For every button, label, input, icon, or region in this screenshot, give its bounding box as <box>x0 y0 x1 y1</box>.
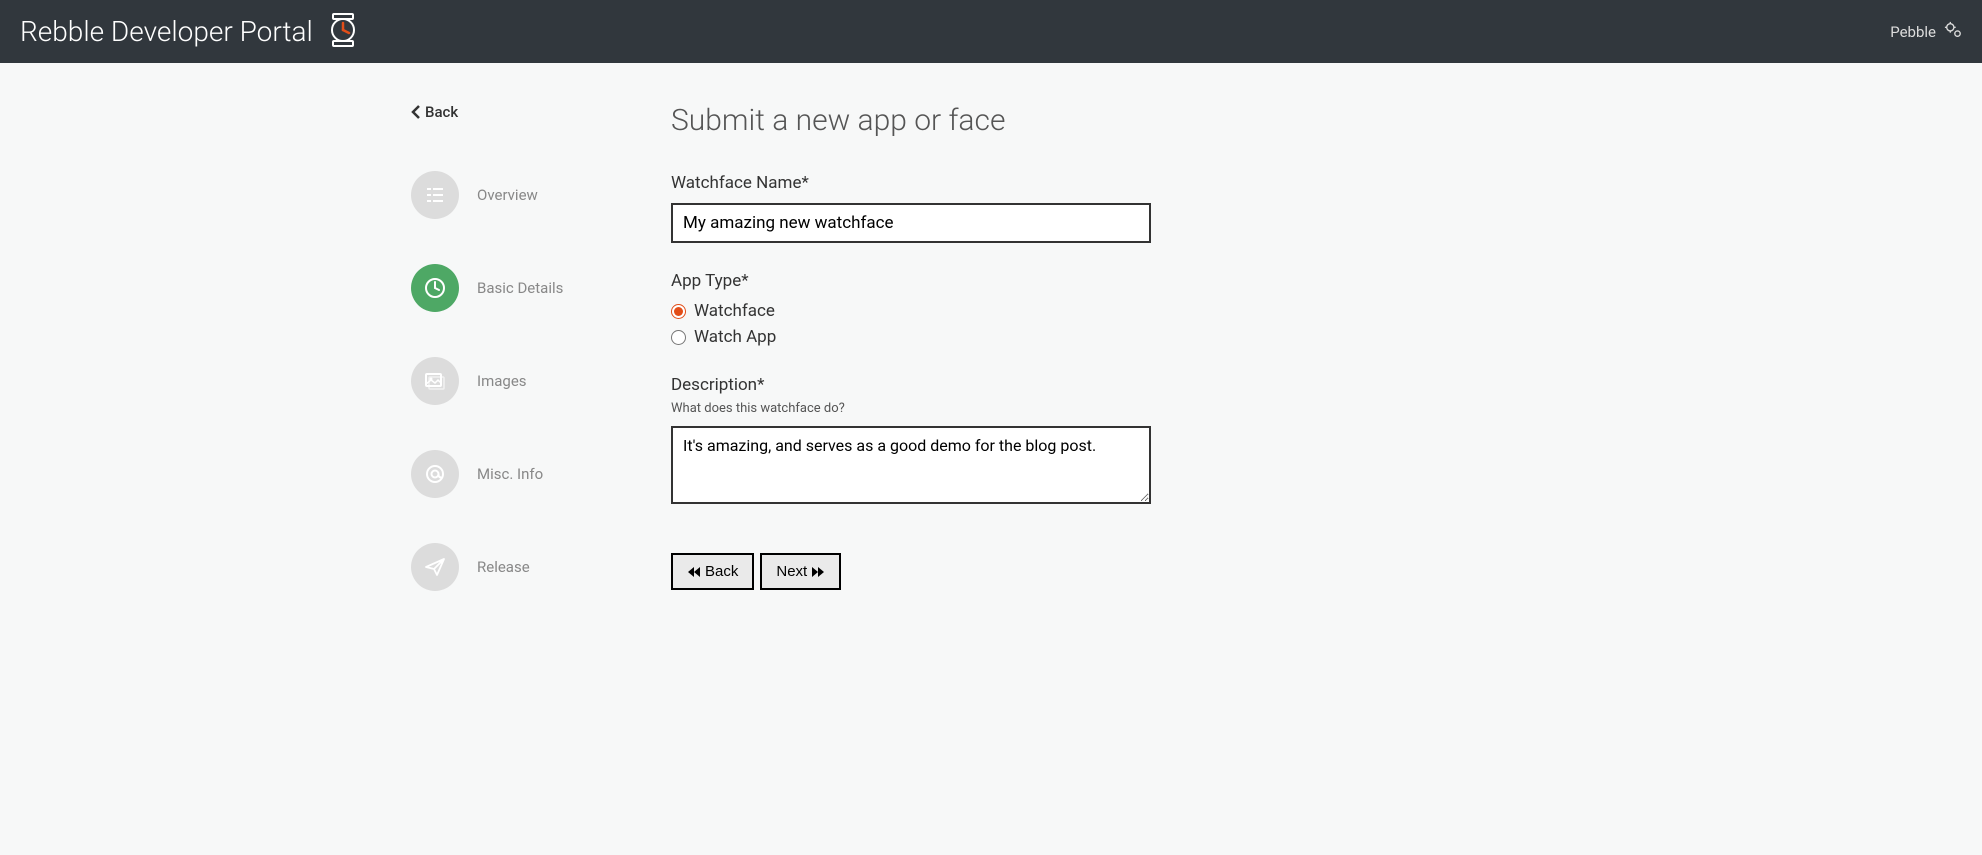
app-header: Rebble Developer Portal Pebble <box>0 0 1982 63</box>
step-overview-circle <box>411 171 459 219</box>
step-label: Images <box>477 372 527 390</box>
step-label: Misc. Info <box>477 465 543 483</box>
radio-watchface[interactable]: Watchface <box>671 301 1591 321</box>
user-menu[interactable]: Pebble <box>1890 21 1962 43</box>
description-label: Description* <box>671 375 1591 395</box>
at-icon <box>424 463 446 485</box>
radio-watchapp-label: Watch App <box>694 327 776 347</box>
step-label: Overview <box>477 186 538 204</box>
gears-icon <box>1944 21 1962 43</box>
next-button-label: Next <box>776 563 807 580</box>
image-icon <box>424 370 446 392</box>
radio-watchapp-input[interactable] <box>671 330 686 345</box>
clock-icon <box>424 277 446 299</box>
back-label: Back <box>425 103 458 121</box>
radio-watchface-label: Watchface <box>694 301 775 321</box>
type-field-group: App Type* Watchface Watch App <box>671 271 1591 347</box>
header-brand[interactable]: Rebble Developer Portal <box>20 12 361 52</box>
type-label: App Type* <box>671 271 1591 291</box>
step-basic-details-circle <box>411 264 459 312</box>
rebble-logo-icon <box>325 12 361 52</box>
watchface-name-input[interactable] <box>671 203 1151 243</box>
step-label: Release <box>477 558 530 576</box>
step-overview[interactable]: Overview <box>411 171 641 219</box>
user-label: Pebble <box>1890 23 1936 41</box>
description-help: What does this watchface do? <box>671 401 1591 416</box>
forward-icon <box>811 566 825 578</box>
step-basic-details[interactable]: Basic Details <box>411 264 641 312</box>
radio-watchapp[interactable]: Watch App <box>671 327 1591 347</box>
back-button-label: Back <box>705 563 738 580</box>
step-images-circle <box>411 357 459 405</box>
paper-plane-icon <box>424 556 446 578</box>
name-field-group: Watchface Name* <box>671 173 1591 243</box>
list-icon <box>424 184 446 206</box>
description-input[interactable] <box>671 426 1151 504</box>
name-label: Watchface Name* <box>671 173 1591 193</box>
radio-watchface-input[interactable] <box>671 304 686 319</box>
wizard-sidebar: Back Overview <box>391 103 641 636</box>
step-misc-info[interactable]: Misc. Info <box>411 450 641 498</box>
next-button[interactable]: Next <box>760 553 841 590</box>
button-row: Back Next <box>671 553 1591 590</box>
step-images[interactable]: Images <box>411 357 641 405</box>
site-title: Rebble Developer Portal <box>20 15 313 48</box>
main-container: Back Overview <box>391 63 1591 636</box>
back-button[interactable]: Back <box>671 553 754 590</box>
description-field-group: Description* What does this watchface do… <box>671 375 1591 508</box>
chevron-left-icon <box>411 105 421 119</box>
step-label: Basic Details <box>477 279 563 297</box>
form-content: Submit a new app or face Watchface Name*… <box>641 103 1591 636</box>
step-release[interactable]: Release <box>411 543 641 591</box>
rewind-icon <box>687 566 701 578</box>
page-title: Submit a new app or face <box>671 103 1591 138</box>
step-release-circle <box>411 543 459 591</box>
app-type-radio-group: Watchface Watch App <box>671 301 1591 347</box>
step-misc-info-circle <box>411 450 459 498</box>
back-link[interactable]: Back <box>411 103 641 121</box>
